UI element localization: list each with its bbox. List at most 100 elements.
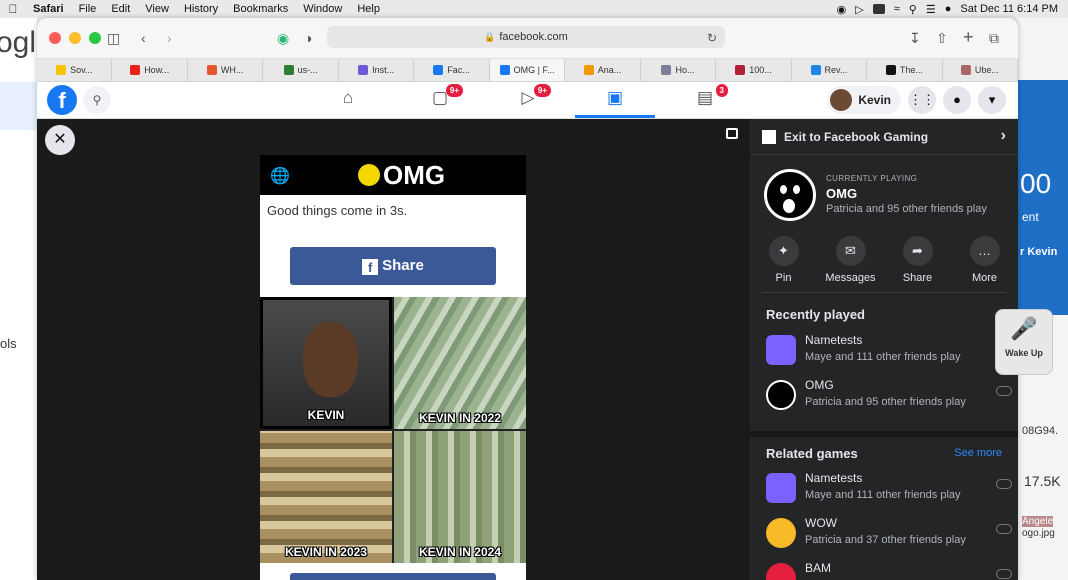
tab-label: Ana... xyxy=(597,65,622,75)
toggle-sidebar-icon[interactable] xyxy=(726,128,738,139)
grammarly-extension-icon[interactable]: ◉ xyxy=(277,30,289,47)
related-game-bam[interactable]: BAM xyxy=(766,561,1012,580)
close-window-button[interactable] xyxy=(49,32,61,44)
game-name: WOW xyxy=(805,516,837,530)
spotlight-search-icon[interactable]: ⚲ xyxy=(909,3,917,16)
tab-label: Sov... xyxy=(70,65,93,75)
tab-favicon-icon xyxy=(583,65,594,75)
forward-icon[interactable]: › xyxy=(167,30,172,46)
share-label: Share xyxy=(902,272,933,284)
browser-tab[interactable]: How... xyxy=(112,59,188,81)
play-icon[interactable]: ▷ xyxy=(855,3,863,16)
battery-icon[interactable] xyxy=(872,4,885,14)
section-divider xyxy=(750,431,1018,437)
browser-tab[interactable]: Ana... xyxy=(565,59,641,81)
exit-to-gaming-button[interactable]: Exit to Facebook Gaming › xyxy=(750,119,1018,155)
tab-label: WH... xyxy=(220,65,244,75)
browser-tab[interactable]: OMG | F... xyxy=(489,59,566,81)
tab-favicon-icon xyxy=(499,65,510,75)
menu-grid-icon[interactable]: ⋮⋮ xyxy=(908,86,936,114)
menubar-clock[interactable]: Sat Dec 11 6:14 PM xyxy=(960,3,1058,15)
recent-game-nametests[interactable]: Nametests Maye and 111 other friends pla… xyxy=(766,333,1012,369)
notifications-bell-icon[interactable]: ● xyxy=(943,86,971,114)
menu-bookmarks[interactable]: Bookmarks xyxy=(226,3,296,15)
wake-up-widget[interactable]: 🎤 Wake Up xyxy=(995,309,1053,375)
game-name: OMG xyxy=(805,378,834,392)
zoom-window-button[interactable] xyxy=(89,32,101,44)
marketplace-icon[interactable]: ▷ 9+ xyxy=(515,84,551,112)
menu-window[interactable]: Window xyxy=(296,3,350,15)
share-button[interactable]: ➦ Share xyxy=(888,236,948,284)
control-center-icon[interactable]: ☰ xyxy=(926,3,936,16)
account-dropdown-icon[interactable]: ▾ xyxy=(978,86,1006,114)
minimize-window-button[interactable] xyxy=(69,32,81,44)
browser-tab[interactable]: Inst... xyxy=(339,59,415,81)
address-bar-url: facebook.com xyxy=(499,31,568,43)
see-more-link[interactable]: See more xyxy=(954,447,1002,459)
result-image-2022: KEVIN IN 2022 xyxy=(394,297,526,429)
background-blue-card: 00 ent r Kevin xyxy=(1018,80,1068,315)
messages-button[interactable]: ✉ Messages xyxy=(821,236,881,284)
browser-tab[interactable]: Ho... xyxy=(641,59,717,81)
tab-label: Ho... xyxy=(675,65,695,75)
recent-game-omg[interactable]: OMG Patricia and 95 other friends play xyxy=(766,378,1012,414)
new-tab-icon[interactable]: + xyxy=(963,27,974,48)
related-game-wow[interactable]: WOW Patricia and 37 other friends play xyxy=(766,516,1012,552)
pin-button[interactable]: ✦ Pin xyxy=(754,236,814,284)
language-globe-icon[interactable]: 🌐 xyxy=(270,166,290,186)
menu-app-name[interactable]: Safari xyxy=(26,3,72,15)
menubar-status-area: ◉ ▷ ≈ ⚲ ☰ ● Sat Dec 11 6:14 PM xyxy=(837,0,1058,18)
wifi-icon[interactable]: ≈ xyxy=(894,3,900,15)
related-game-nametests[interactable]: Nametests Maye and 111 other friends pla… xyxy=(766,471,1012,507)
recording-icon[interactable]: ◉ xyxy=(837,3,847,16)
profile-button[interactable]: Kevin xyxy=(827,86,901,114)
tab-overview-icon[interactable]: ⧉ xyxy=(989,30,999,47)
address-bar[interactable]: 🔒 facebook.com xyxy=(327,26,725,48)
apple-menu-icon[interactable]:  xyxy=(0,2,26,16)
browser-tab[interactable]: 100... xyxy=(716,59,792,81)
game-share-button[interactable]: f Share xyxy=(290,247,496,285)
privacy-shield-icon[interactable]: ◑ xyxy=(304,30,312,46)
wow-icon xyxy=(766,518,796,548)
menu-history[interactable]: History xyxy=(177,3,226,15)
facebook-nav-right: Kevin ⋮⋮ ● ▾ xyxy=(827,86,1006,114)
watch-badge: 9+ xyxy=(445,84,463,97)
watch-icon[interactable]: ▢ 9+ xyxy=(427,84,463,112)
browser-tab[interactable]: Rev... xyxy=(792,59,868,81)
gamepad-icon xyxy=(996,479,1012,489)
chevron-right-icon: › xyxy=(1000,127,1006,144)
omg-game-canvas[interactable]: 🌐 OMG Good things come in 3s. f Share KEV… xyxy=(260,155,526,580)
game-friends: Patricia and 37 other friends play xyxy=(805,534,966,546)
siri-icon[interactable]: ● xyxy=(945,3,952,15)
browser-tab[interactable]: us-... xyxy=(263,59,339,81)
game-friends: Maye and 111 other friends play xyxy=(805,489,961,501)
game-bottom-button[interactable] xyxy=(290,573,496,580)
facebook-search-icon[interactable]: ⚲ xyxy=(83,86,111,114)
sidebar-toggle-icon[interactable]: ◫ xyxy=(107,30,120,47)
share-icon[interactable]: ⇧ xyxy=(936,30,948,47)
game-stage: ✕ 🌐 OMG Good things come in 3s. f Share K… xyxy=(37,119,750,580)
home-icon[interactable]: ⌂ xyxy=(335,88,361,112)
browser-tab[interactable]: Fac... xyxy=(414,59,490,81)
result-image-kevin: KEVIN xyxy=(260,297,392,429)
downloads-icon[interactable]: ↧ xyxy=(909,30,921,47)
gamepad-icon xyxy=(996,524,1012,534)
browser-tab[interactable]: WH... xyxy=(188,59,264,81)
tab-label: How... xyxy=(144,65,170,75)
reload-icon[interactable]: ↻ xyxy=(707,31,717,45)
close-icon[interactable]: ✕ xyxy=(45,125,75,155)
gamepad-icon xyxy=(996,386,1012,396)
browser-tab[interactable]: The... xyxy=(867,59,943,81)
menu-help[interactable]: Help xyxy=(350,3,388,15)
menu-file[interactable]: File xyxy=(72,3,105,15)
menu-edit[interactable]: Edit xyxy=(104,3,138,15)
facebook-logo[interactable]: f xyxy=(47,85,77,115)
browser-tab[interactable]: Sov... xyxy=(37,59,113,81)
pages-icon[interactable]: ▤ 3 xyxy=(692,84,728,112)
browser-tab[interactable]: Ube... xyxy=(943,59,1018,81)
more-button[interactable]: … More xyxy=(955,236,1015,284)
menu-view[interactable]: View xyxy=(138,3,177,15)
gaming-icon[interactable]: ▣ xyxy=(602,88,628,112)
divider xyxy=(762,292,1006,293)
back-icon[interactable]: ‹ xyxy=(141,30,146,46)
